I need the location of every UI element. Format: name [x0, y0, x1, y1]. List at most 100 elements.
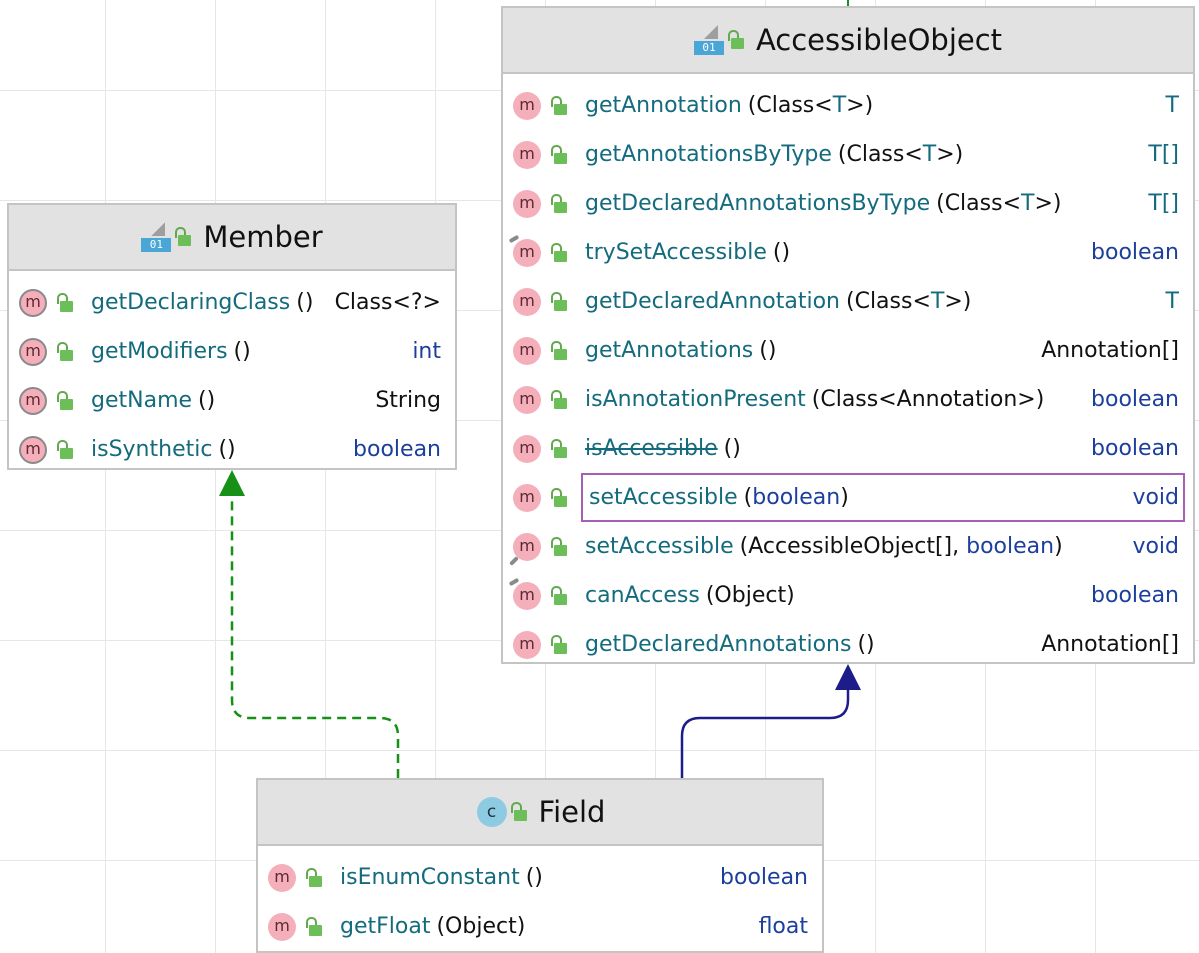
method-icon: m: [513, 385, 541, 414]
public-lock-icon: [549, 291, 567, 312]
method-name: canAccess: [585, 583, 700, 608]
method-row[interactable]: m getName() String: [9, 376, 455, 425]
return-type: void: [1132, 534, 1179, 559]
return-type: float: [758, 914, 808, 939]
method-icon: m: [508, 577, 541, 610]
method-list: m isEnumConstant() boolean m getFloat (Object…: [258, 846, 822, 951]
method-params: (boolean): [743, 485, 849, 510]
method-row[interactable]: m getAnnotation (Class<T>) T: [503, 81, 1193, 130]
return-type: T: [1165, 93, 1179, 118]
method-row[interactable]: m getDeclaredAnnotation (Class<T>) T: [503, 277, 1193, 326]
method-list: m getAnnotation (Class<T>) Tm getAnnotations…: [503, 74, 1193, 669]
method-params: (Class<T>): [837, 142, 964, 167]
method-name: setAccessible: [589, 485, 738, 510]
interface-badge-icon: 01: [141, 220, 173, 254]
method-icon: m: [513, 189, 541, 218]
method-row[interactable]: m setAccessible (AccessibleObject[], boole…: [503, 522, 1193, 571]
method-name: isEnumConstant: [340, 865, 520, 890]
method-row[interactable]: m getDeclaredAnnotationsByType (Class<T>) T…: [503, 179, 1193, 228]
method-params: (Class<T>): [747, 93, 874, 118]
public-lock-icon: [549, 536, 567, 557]
method-row[interactable]: m isSynthetic() boolean: [9, 425, 455, 474]
method-icon: m: [513, 434, 541, 463]
method-row[interactable]: m getModifiers() int: [9, 327, 455, 376]
method-icon: m: [513, 483, 541, 512]
method-params: (): [723, 436, 741, 461]
method-icon: m: [268, 912, 296, 941]
static-marker-icon: [509, 555, 519, 566]
method-name: isAnnotationPresent: [585, 387, 806, 412]
return-type: T: [1165, 289, 1179, 314]
method-params: (): [525, 865, 543, 890]
return-type: boolean: [720, 865, 808, 890]
method-row[interactable]: m isAccessible() boolean: [503, 424, 1193, 473]
return-type: boolean: [1091, 240, 1179, 265]
method-params: (Object): [705, 583, 795, 608]
method-icon: m: [513, 140, 541, 169]
method-row[interactable]: m getDeclaringClass() Class<?>: [9, 278, 455, 327]
method-row[interactable]: m canAccess (Object) boolean: [503, 571, 1193, 620]
method-icon: m: [19, 386, 47, 415]
method-params: (): [233, 339, 251, 364]
method-icon: m: [509, 532, 541, 566]
method-name: trySetAccessible: [585, 240, 767, 265]
return-type: boolean: [1091, 583, 1179, 608]
member-box[interactable]: 01 Member m getDeclaringClass() Class<?> m get…: [7, 203, 457, 470]
method-row[interactable]: m getAnnotationsByType (Class<T>) T[]: [503, 130, 1193, 179]
method-icon: m: [513, 630, 541, 659]
method-icon: m: [513, 91, 541, 120]
public-lock-icon: [549, 193, 567, 214]
public-lock-icon: [173, 227, 192, 247]
method-row[interactable]: m getFloat (Object) float: [258, 902, 822, 951]
method-row[interactable]: m getAnnotations() Annotation[]: [503, 326, 1193, 375]
interface-icon: 01: [693, 23, 744, 57]
method-icon: m: [19, 337, 47, 366]
method-name: getDeclaringClass: [91, 290, 291, 315]
method-row[interactable]: m trySetAccessible() boolean: [503, 228, 1193, 277]
method-name: getAnnotations: [585, 338, 754, 363]
method-name: getAnnotationsByType: [585, 142, 832, 167]
method-params: (Class<T>): [936, 191, 1062, 216]
field-box[interactable]: c Field m isEnumConstant() boolean m getFloat(…: [256, 778, 824, 953]
public-lock-icon: [549, 144, 567, 165]
return-type: String: [375, 388, 441, 413]
box-header: c Field: [258, 780, 822, 846]
box-title: Member: [203, 220, 323, 254]
return-type: Class<?>: [334, 290, 441, 315]
public-lock-icon: [304, 867, 322, 888]
method-icon: m: [508, 234, 541, 267]
public-lock-icon: [549, 585, 567, 606]
interface-icon: 01: [141, 220, 192, 254]
return-type: int: [412, 339, 441, 364]
method-row[interactable]: m isAnnotationPresent (Class<Annotation>) b…: [503, 375, 1193, 424]
method-name: getDeclaredAnnotations: [585, 632, 852, 657]
public-lock-icon: [55, 390, 73, 411]
method-name: setAccessible: [585, 534, 734, 559]
public-lock-icon: [549, 340, 567, 361]
implements-arrow-line: [230, 496, 400, 778]
method-params: (Class<T>): [846, 289, 972, 314]
box-header: 01 AccessibleObject: [503, 8, 1193, 74]
return-type: boolean: [353, 437, 441, 462]
public-lock-icon: [549, 634, 567, 655]
method-params: (): [296, 290, 314, 315]
return-type: T[]: [1148, 191, 1179, 216]
return-type: void: [1132, 485, 1179, 510]
method-params: (): [198, 388, 216, 413]
method-row-selected[interactable]: m setAccessible (boolean) void: [513, 473, 1185, 522]
method-name: getModifiers: [91, 339, 228, 364]
public-lock-icon: [549, 438, 567, 459]
return-type: boolean: [1091, 387, 1179, 412]
public-lock-icon: [55, 341, 73, 362]
interface-badge-icon: 01: [693, 23, 726, 57]
method-name: isSynthetic: [91, 437, 213, 462]
method-row[interactable]: m getDeclaredAnnotations() Annotation[]: [503, 620, 1193, 669]
public-lock-icon: [726, 30, 744, 50]
method-icon: m: [513, 336, 541, 365]
accessible-object-box[interactable]: 01 AccessibleObject m getAnnotation (Class<T…: [501, 6, 1195, 664]
method-params: (): [759, 338, 777, 363]
class-icon: c: [475, 795, 527, 829]
public-lock-icon: [55, 292, 73, 313]
method-row[interactable]: m isEnumConstant() boolean: [258, 853, 822, 902]
method-params: (Object): [436, 914, 526, 939]
